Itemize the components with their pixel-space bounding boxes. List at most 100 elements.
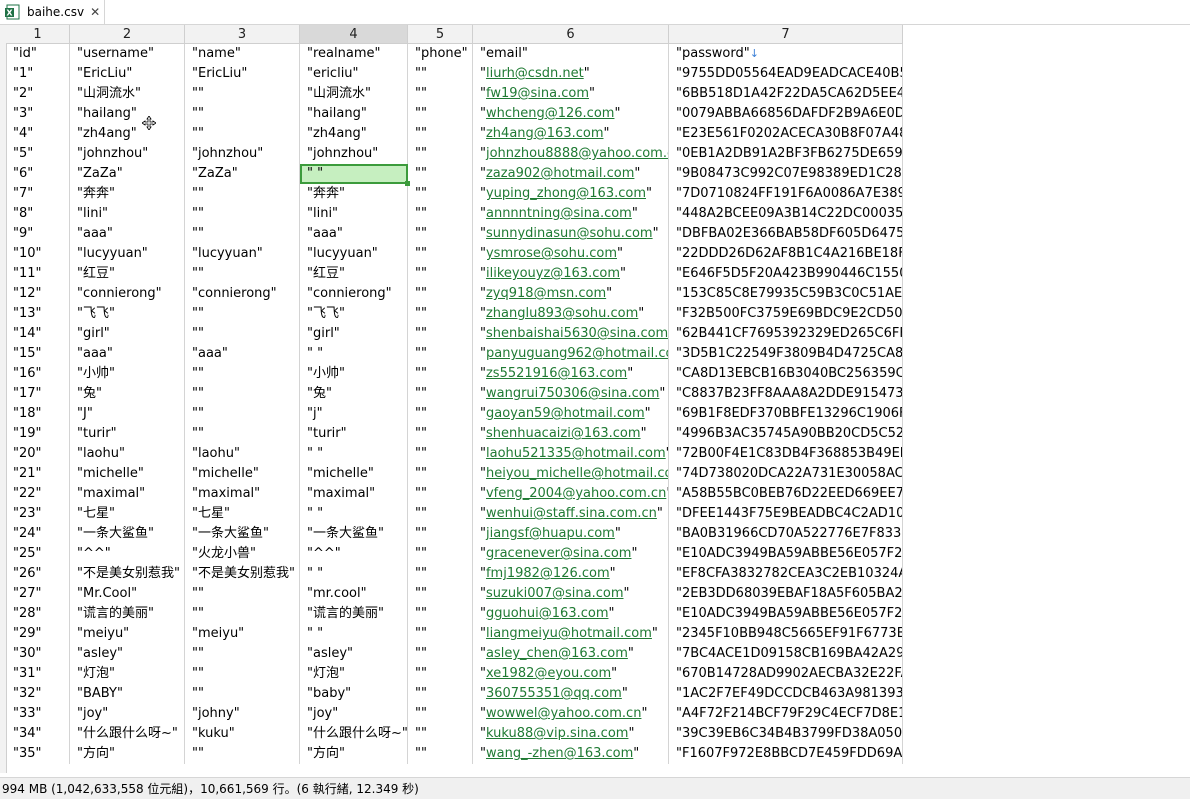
email-link[interactable]: zhanglu893@sohu.com — [486, 306, 638, 321]
email-link[interactable]: laohu521335@hotmail.com — [486, 446, 666, 461]
cell-username[interactable]: "奔奔" — [70, 184, 185, 204]
cell-id[interactable]: "34" — [6, 724, 70, 744]
cell-id[interactable]: "15" — [6, 344, 70, 364]
cell-name[interactable]: "火龙小兽" — [185, 544, 300, 564]
cell-password[interactable]: "F1607F972E8BBCD7E459FDD69AFD4 — [669, 744, 903, 764]
email-link[interactable]: xe1982@eyou.com — [486, 666, 611, 681]
cell-password[interactable]: "DBFBA02E366BAB58DF605D6475189 — [669, 224, 903, 244]
cell-realname[interactable]: "aaa" — [300, 224, 408, 244]
cell-username[interactable]: "laohu" — [70, 444, 185, 464]
cell-id[interactable]: "8" — [6, 204, 70, 224]
file-tab[interactable]: X baihe.csv ✕ — [0, 0, 105, 24]
cell-email[interactable]: "xe1982@eyou.com" — [473, 664, 669, 684]
cell-username[interactable]: "山洞流水" — [70, 84, 185, 104]
cell-email[interactable]: "yuping_zhong@163.com" — [473, 184, 669, 204]
cell-phone[interactable]: "" — [408, 164, 473, 184]
email-link[interactable]: liurh@csdn.net — [486, 66, 584, 81]
cell-realname[interactable]: " " — [300, 504, 408, 524]
cell-id[interactable]: "3" — [6, 104, 70, 124]
cell-phone[interactable]: "" — [408, 284, 473, 304]
cell-id[interactable]: "id" — [6, 44, 70, 64]
cell-password[interactable]: "0079ABBA66856DAFDF2B9A6E0DB2 — [669, 104, 903, 124]
cell-realname[interactable]: "maximal" — [300, 484, 408, 504]
cell-password[interactable]: "DFEE1443F75E9BEADBC4C2AD1078 — [669, 504, 903, 524]
cell-email[interactable]: "suzuki007@sina.com" — [473, 584, 669, 604]
cell-name[interactable]: "ZaZa" — [185, 164, 300, 184]
cell-phone[interactable]: "" — [408, 664, 473, 684]
cell-password[interactable]: "4996B3AC35745A90BB20CD5C52170 — [669, 424, 903, 444]
cell-realname[interactable]: "hailang" — [300, 104, 408, 124]
cell-password[interactable]: "39C39EB6C34B4B3799FD38A0509DD — [669, 724, 903, 744]
cell-id[interactable]: "10" — [6, 244, 70, 264]
cell-username[interactable]: "七星" — [70, 504, 185, 524]
cell-phone[interactable]: "" — [408, 324, 473, 344]
cell-password[interactable]: "0EB1A2DB91A2BF3FB6275DE659A25 — [669, 144, 903, 164]
cell-phone[interactable]: "" — [408, 584, 473, 604]
cell-name[interactable]: "" — [185, 324, 300, 344]
cell-username[interactable]: "红豆" — [70, 264, 185, 284]
selected-cell[interactable]: " " — [300, 164, 408, 184]
cell-password[interactable]: "F32B500FC3759E69BDC9E2CD505C3 — [669, 304, 903, 324]
cell-id[interactable]: "32" — [6, 684, 70, 704]
csv-grid[interactable]: 1234567 "id" "username" "name" "realname" "p… — [0, 25, 903, 773]
cell-email[interactable]: "zaza902@hotmail.com" — [473, 164, 669, 184]
cell-name[interactable]: "" — [185, 424, 300, 444]
column-header-4[interactable]: 4 — [300, 25, 408, 44]
cell-name[interactable]: "" — [185, 744, 300, 764]
cell-realname[interactable]: "girl" — [300, 324, 408, 344]
cell-id[interactable]: "21" — [6, 464, 70, 484]
email-link[interactable]: zyq918@msn.com — [486, 286, 606, 301]
cell-realname[interactable]: "兔" — [300, 384, 408, 404]
cell-email[interactable]: "gracenever@sina.com" — [473, 544, 669, 564]
cell-realname[interactable]: "turir" — [300, 424, 408, 444]
cell-id[interactable]: "7" — [6, 184, 70, 204]
cell-email[interactable]: "zh4ang@163.com" — [473, 124, 669, 144]
cell-password[interactable]: "E10ADC3949BA59ABBE56E057F20F8 — [669, 544, 903, 564]
cell-username[interactable]: "飞飞" — [70, 304, 185, 324]
cell-email[interactable]: "email" — [473, 44, 669, 64]
cell-password[interactable]: "448A2BCEE09A3B14C22DC00035121 — [669, 204, 903, 224]
cell-realname[interactable]: " " — [300, 344, 408, 364]
cell-name[interactable]: "" — [185, 84, 300, 104]
cell-id[interactable]: "20" — [6, 444, 70, 464]
cell-email[interactable]: "wang_-zhen@163.com" — [473, 744, 669, 764]
cell-id[interactable]: "29" — [6, 624, 70, 644]
cell-name[interactable]: "" — [185, 204, 300, 224]
cell-name[interactable]: "" — [185, 644, 300, 664]
cell-email[interactable]: "asley_chen@163.com" — [473, 644, 669, 664]
cell-name[interactable]: "michelle" — [185, 464, 300, 484]
email-link[interactable]: shenhuacaizi@163.com — [486, 426, 641, 441]
cell-email[interactable]: "wenhui@staff.sina.com.cn" — [473, 504, 669, 524]
cell-phone[interactable]: "" — [408, 444, 473, 464]
column-header-6[interactable]: 6 — [473, 25, 669, 44]
cell-id[interactable]: "18" — [6, 404, 70, 424]
email-link[interactable]: wang_-zhen@163.com — [486, 746, 633, 761]
cell-password[interactable]: "74D738020DCA22A731E30058AC72 — [669, 464, 903, 484]
cell-realname[interactable]: "飞飞" — [300, 304, 408, 324]
cell-name[interactable]: "七星" — [185, 504, 300, 524]
cell-realname[interactable]: "zh4ang" — [300, 124, 408, 144]
cell-username[interactable]: "username" — [70, 44, 185, 64]
email-link[interactable]: wangrui750306@sina.com — [486, 386, 659, 401]
cell-phone[interactable]: "" — [408, 104, 473, 124]
cell-email[interactable]: "vfeng_2004@yahoo.com.cn" — [473, 484, 669, 504]
column-header-3[interactable]: 3 — [185, 25, 300, 44]
cell-email[interactable]: "panyuguang962@hotmail.com" — [473, 344, 669, 364]
cell-phone[interactable]: "" — [408, 204, 473, 224]
column-header-2[interactable]: 2 — [70, 25, 185, 44]
cell-name[interactable]: "aaa" — [185, 344, 300, 364]
cell-name[interactable]: "johnzhou" — [185, 144, 300, 164]
cell-email[interactable]: "gaoyan59@hotmail.com" — [473, 404, 669, 424]
selection-handle[interactable] — [405, 181, 410, 186]
cell-password[interactable]: "C8837B23FF8AAA8A2DDE915473CE — [669, 384, 903, 404]
cell-username[interactable]: "BABY" — [70, 684, 185, 704]
cell-name[interactable]: "name" — [185, 44, 300, 64]
cell-realname[interactable]: "灯泡" — [300, 664, 408, 684]
cell-id[interactable]: "13" — [6, 304, 70, 324]
cell-realname[interactable]: " " — [300, 444, 408, 464]
email-link[interactable]: shenbaishai5630@sina.com — [486, 326, 668, 341]
close-icon[interactable]: ✕ — [90, 5, 100, 19]
cell-phone[interactable]: "" — [408, 524, 473, 544]
cell-realname[interactable]: "joy" — [300, 704, 408, 724]
cell-username[interactable]: "meiyu" — [70, 624, 185, 644]
